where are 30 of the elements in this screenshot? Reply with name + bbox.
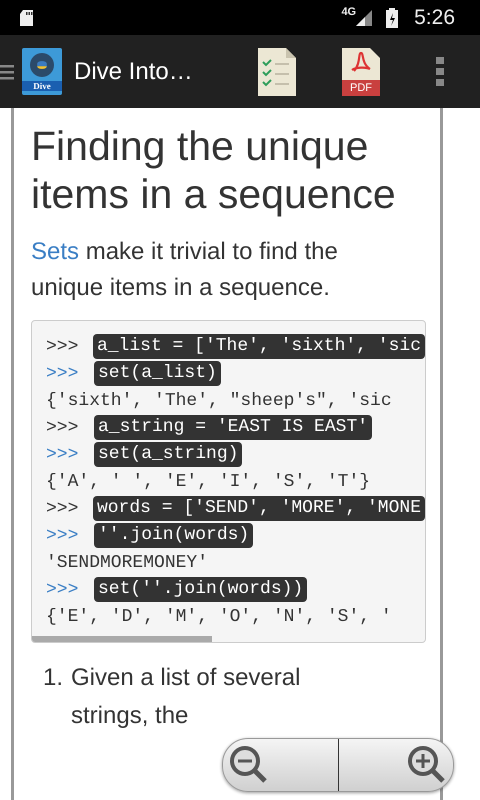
menu-icon[interactable] bbox=[0, 64, 14, 80]
prompt: >>> bbox=[46, 498, 80, 518]
code-output: {'E', 'D', 'M', 'O', 'N', 'S', ' bbox=[46, 606, 392, 626]
intro-paragraph: Sets make it trivial to find the unique items in a sequence. bbox=[31, 237, 339, 303]
more-options-icon[interactable] bbox=[436, 56, 444, 86]
prompt: >>> bbox=[46, 580, 80, 600]
list-number: 1. bbox=[43, 663, 64, 693]
sd-card-icon bbox=[18, 8, 36, 26]
zoom-control[interactable] bbox=[222, 738, 454, 792]
section-heading: Finding the unique items in a sequence bbox=[31, 122, 397, 218]
book-icon[interactable]: Dive bbox=[22, 48, 62, 95]
code-output: 'SENDMOREMONEY' bbox=[46, 552, 208, 572]
signal-icon bbox=[356, 10, 372, 26]
checklist-icon[interactable] bbox=[258, 48, 296, 96]
prompt: >>> bbox=[46, 336, 80, 356]
clock-time: 5:26 bbox=[414, 6, 455, 30]
battery-icon bbox=[386, 8, 398, 28]
network-type: 4G bbox=[341, 6, 356, 18]
app-title: Dive Into… bbox=[74, 58, 193, 86]
horizontal-scrollbar[interactable] bbox=[32, 636, 212, 642]
zoom-in-icon bbox=[407, 745, 447, 785]
prompt: >>> bbox=[46, 444, 80, 464]
prompt: >>> bbox=[46, 526, 80, 546]
prompt: >>> bbox=[46, 364, 80, 384]
code-output: {'sixth', 'The', "sheep's", 'sic bbox=[46, 390, 392, 410]
list-item-text: Given a list of several strings, the bbox=[71, 663, 302, 731]
code-output: {'A', ' ', 'E', 'I', 'S', 'T'} bbox=[46, 472, 370, 492]
prompt: >>> bbox=[46, 418, 80, 438]
zoom-out-icon bbox=[229, 745, 269, 785]
sets-link[interactable]: Sets bbox=[31, 238, 80, 265]
